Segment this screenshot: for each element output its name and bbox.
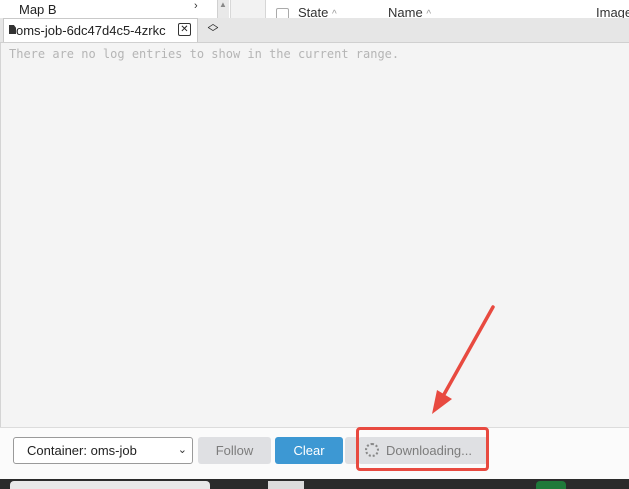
taskbar-strip (0, 479, 629, 489)
taskbar-segment (10, 481, 210, 489)
annotation-arrow (432, 305, 495, 414)
taskbar-segment (268, 481, 304, 489)
taskbar-segment (536, 481, 566, 489)
